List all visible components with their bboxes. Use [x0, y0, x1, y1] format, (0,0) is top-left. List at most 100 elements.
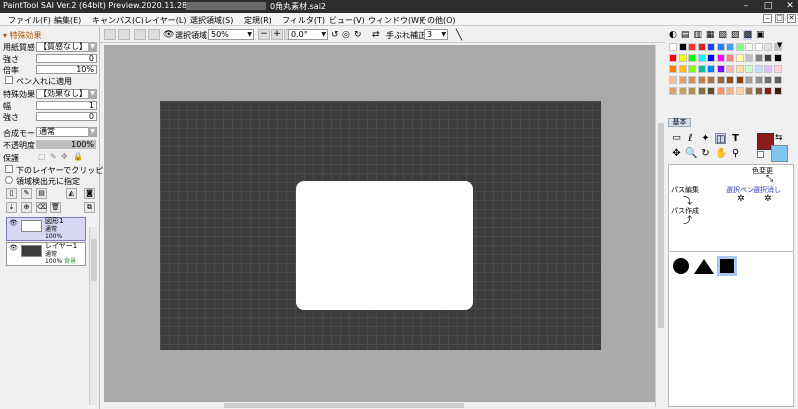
palette-swatch[interactable]: [697, 65, 706, 73]
document-canvas[interactable]: [160, 101, 601, 350]
paper-texture-select[interactable]: 【質感なし】 ▼: [36, 42, 97, 52]
zoom-icon[interactable]: 🔍: [685, 148, 697, 159]
minimize-button[interactable]: –: [740, 1, 752, 12]
swatch-icon[interactable]: ▧: [718, 30, 727, 40]
palette-swatch[interactable]: [773, 54, 782, 62]
palette-swatch[interactable]: [764, 54, 772, 62]
palette-swatch[interactable]: [688, 87, 696, 95]
magic-wand-icon[interactable]: ✦: [700, 133, 711, 144]
mask-icon[interactable]: ◙: [84, 188, 95, 199]
path-create-icon[interactable]: ⤴: [683, 213, 692, 226]
color-change-icon[interactable]: ⤡: [766, 174, 773, 184]
shape-circle-icon[interactable]: [673, 258, 689, 274]
palette-swatch[interactable]: [707, 76, 715, 84]
menu-other[interactable]: その他(O): [419, 15, 456, 26]
layer-item-shape1[interactable]: 👁 図形1 通常 100%: [6, 217, 86, 241]
lock-move-icon[interactable]: ✥: [61, 152, 68, 161]
palette-swatch[interactable]: [754, 76, 763, 84]
color-wheel-icon[interactable]: ◐: [669, 30, 677, 40]
trash-icon[interactable]: 🗑: [50, 202, 61, 213]
stabilizer-select[interactable]: 3 ▼: [424, 29, 448, 40]
width-field[interactable]: 1: [36, 101, 97, 110]
palette-swatch[interactable]: [716, 65, 725, 73]
palette-swatch[interactable]: [697, 76, 706, 84]
palette-swatch[interactable]: [754, 65, 763, 73]
zoom-in-button[interactable]: +: [271, 29, 283, 40]
palette-swatch[interactable]: [773, 87, 782, 95]
palette-swatch[interactable]: [678, 65, 687, 73]
palette-icon[interactable]: ▩: [743, 30, 752, 40]
rotate-icon[interactable]: ↻: [700, 148, 711, 159]
new-linework-icon[interactable]: ✎: [21, 188, 32, 199]
transfer-down-icon[interactable]: ⇣: [6, 202, 17, 213]
layer-scrollbar[interactable]: [89, 227, 97, 405]
redo-button[interactable]: [118, 29, 130, 40]
layer-item-layer1[interactable]: 👁 レイヤー1 通常 100% 背景: [6, 242, 86, 266]
close-button[interactable]: ✕: [784, 1, 796, 12]
menu-filter[interactable]: フィルタ(T): [282, 15, 325, 26]
palette-swatch[interactable]: [669, 65, 677, 73]
palette-swatch[interactable]: [697, 54, 706, 62]
eye-icon[interactable]: 👁: [163, 30, 174, 40]
rotate-reset-icon[interactable]: ◎: [342, 30, 350, 40]
palette-swatch[interactable]: [688, 54, 696, 62]
palette-swatch[interactable]: [726, 43, 734, 51]
palette-swatch[interactable]: [688, 43, 696, 51]
palette-swatch[interactable]: [716, 76, 725, 84]
invert-selection-button[interactable]: [148, 29, 160, 40]
mixer-icon[interactable]: ▦: [706, 30, 715, 40]
palette-swatch[interactable]: [688, 76, 696, 84]
palette-swatch[interactable]: [707, 43, 715, 51]
pen-apply-checkbox[interactable]: [5, 76, 13, 84]
move-icon[interactable]: ✥: [671, 148, 682, 159]
palette-swatch[interactable]: [735, 76, 744, 84]
palette-swatch[interactable]: [678, 76, 687, 84]
shape-square-icon[interactable]: [720, 259, 734, 273]
palette-swatch[interactable]: [716, 87, 725, 95]
palette-swatch[interactable]: [754, 87, 763, 95]
rounded-rectangle-shape[interactable]: [296, 181, 473, 310]
palette-swatch[interactable]: [764, 43, 772, 51]
palette-swatch[interactable]: [716, 43, 725, 51]
zoom-out-button[interactable]: −: [258, 29, 270, 40]
eye-icon[interactable]: 👁: [9, 244, 19, 253]
doc-close-button[interactable]: ✕: [787, 14, 796, 23]
menu-view[interactable]: ビュー(V): [329, 15, 365, 26]
rgb-slider-icon[interactable]: ▤: [681, 30, 690, 40]
rotate-right-icon[interactable]: ↻: [354, 30, 362, 40]
palette-swatch[interactable]: [745, 65, 753, 73]
palette-swatch[interactable]: [754, 43, 763, 51]
palette-swatch[interactable]: [669, 87, 677, 95]
menu-canvas[interactable]: キャンバス(C): [92, 15, 144, 26]
palette-swatch[interactable]: [726, 76, 734, 84]
flip-horizontal-icon[interactable]: ⇄: [372, 30, 380, 40]
shape-tool-icon[interactable]: ◫: [715, 133, 726, 145]
palette-swatch[interactable]: [688, 65, 696, 73]
shape-triangle-icon[interactable]: [694, 259, 714, 274]
merge-down-icon[interactable]: ⊕: [21, 202, 32, 213]
palette-swatch[interactable]: [707, 54, 715, 62]
strength-field[interactable]: 0: [36, 54, 97, 63]
vertical-scrollbar[interactable]: [655, 45, 665, 407]
palette-swatch[interactable]: [735, 43, 744, 51]
palette-swatch[interactable]: [697, 43, 706, 51]
strength2-field[interactable]: 0: [36, 112, 97, 121]
menu-window[interactable]: ウィンドウ(W): [368, 15, 422, 26]
palette-swatch[interactable]: [669, 43, 677, 51]
maximize-button[interactable]: □: [762, 1, 774, 12]
palette-swatch[interactable]: [669, 76, 677, 84]
palette-swatch[interactable]: [726, 87, 734, 95]
horizontal-scrollbar[interactable]: [104, 402, 655, 409]
doc-restore-button[interactable]: □: [775, 14, 784, 23]
layer-settings-icon[interactable]: ⧉: [84, 202, 95, 213]
palette-swatch[interactable]: [764, 87, 772, 95]
palette-swatch[interactable]: [678, 43, 687, 51]
blend-mode-select[interactable]: 通常 ▼: [36, 127, 97, 137]
select-erase-icon[interactable]: ✲: [764, 194, 772, 204]
palette-swatch[interactable]: [745, 43, 753, 51]
undo-button[interactable]: [104, 29, 116, 40]
palette-swatch[interactable]: [764, 65, 772, 73]
canvas-area[interactable]: [104, 45, 655, 402]
palette-swatch[interactable]: [773, 76, 782, 84]
palette-swatch[interactable]: [735, 54, 744, 62]
